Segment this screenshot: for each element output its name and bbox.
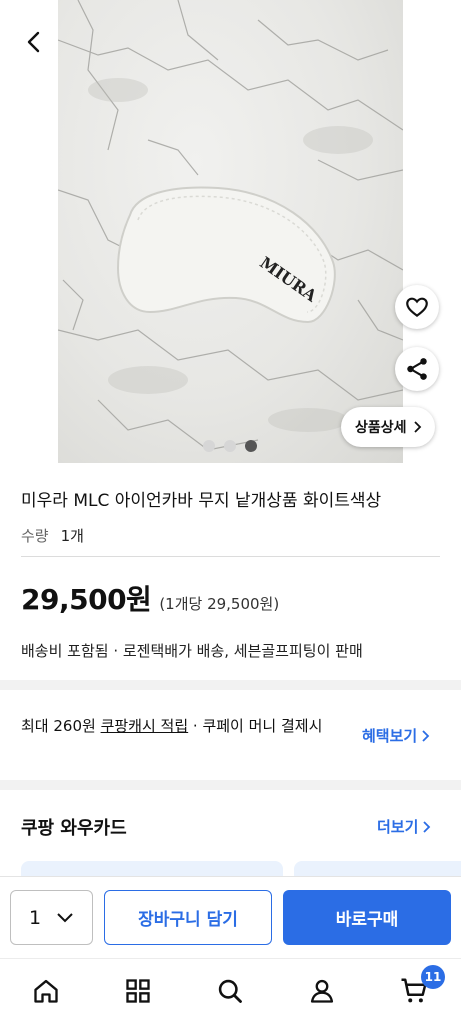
tab-search[interactable] bbox=[210, 971, 250, 1011]
purchase-bar: 1 장바구니 담기 바로구매 bbox=[0, 876, 461, 958]
benefit-suffix: · 쿠페이 머니 결제시 bbox=[188, 717, 323, 735]
bottom-tab-bar bbox=[0, 958, 461, 1024]
search-icon bbox=[218, 979, 242, 1003]
home-icon bbox=[34, 979, 58, 1003]
share-icon bbox=[407, 358, 427, 380]
image-pagination bbox=[203, 440, 257, 452]
chevron-right-icon bbox=[423, 820, 431, 833]
wow-card-more-button[interactable]: 더보기 bbox=[377, 816, 432, 837]
quantity-info: 수량 1개 bbox=[21, 525, 84, 546]
tab-categories[interactable] bbox=[118, 971, 158, 1011]
quantity-value: 1개 bbox=[60, 527, 84, 545]
tab-account[interactable] bbox=[302, 971, 342, 1011]
chevron-right-icon bbox=[413, 421, 421, 433]
page-dot-active bbox=[245, 440, 257, 452]
chevron-left-icon bbox=[27, 31, 40, 53]
product-image-carousel[interactable]: MIURA 상품상세 bbox=[0, 0, 461, 468]
share-button[interactable] bbox=[395, 347, 439, 391]
cart-count-badge: 11 bbox=[421, 965, 445, 989]
heart-icon bbox=[406, 297, 428, 318]
back-button[interactable] bbox=[14, 22, 54, 62]
page-dot bbox=[203, 440, 215, 452]
section-divider bbox=[0, 780, 461, 790]
page-dot bbox=[224, 440, 236, 452]
benefit-view-label: 혜택보기 bbox=[362, 727, 418, 745]
product-title: 미우라 MLC 아이언카바 무지 낱개상품 화이트색상 bbox=[21, 491, 382, 511]
account-icon bbox=[310, 979, 334, 1003]
add-to-cart-button[interactable]: 장바구니 담기 bbox=[104, 890, 272, 945]
benefit-text: 최대 260원 쿠팡캐시 적립 · 쿠페이 머니 결제시 bbox=[21, 714, 341, 738]
price-row: 29,500원 (1개당 29,500원) bbox=[21, 578, 279, 618]
tab-home[interactable] bbox=[26, 971, 66, 1011]
benefit-view-button[interactable]: 혜택보기 bbox=[362, 725, 431, 746]
unit-price: (1개당 29,500원) bbox=[159, 595, 280, 613]
buy-now-button[interactable]: 바로구매 bbox=[283, 890, 451, 945]
quantity-label: 수량 bbox=[21, 527, 49, 545]
more-label: 더보기 bbox=[377, 818, 419, 836]
section-divider bbox=[0, 680, 461, 690]
chevron-down-icon bbox=[57, 912, 73, 922]
coupang-cash-link[interactable]: 쿠팡캐시 적립 bbox=[101, 717, 189, 735]
wow-card-title: 쿠팡 와우카드 bbox=[21, 818, 127, 839]
divider bbox=[21, 556, 440, 557]
benefit-prefix: 최대 260원 bbox=[21, 717, 101, 735]
quantity-select[interactable]: 1 bbox=[10, 890, 93, 945]
product-detail-label: 상품상세 bbox=[355, 420, 407, 436]
product-detail-button[interactable]: 상품상세 bbox=[341, 407, 435, 447]
wishlist-button[interactable] bbox=[395, 285, 439, 329]
product-photo: MIURA bbox=[58, 0, 403, 463]
shipping-info: 배송비 포함됨 · 로젠택배가 배송, 세븐골프피팅이 판매 bbox=[21, 642, 363, 660]
chevron-right-icon bbox=[422, 729, 430, 742]
quantity-selected: 1 bbox=[29, 906, 42, 929]
categories-icon bbox=[126, 979, 150, 1003]
price: 29,500원 bbox=[21, 583, 152, 616]
